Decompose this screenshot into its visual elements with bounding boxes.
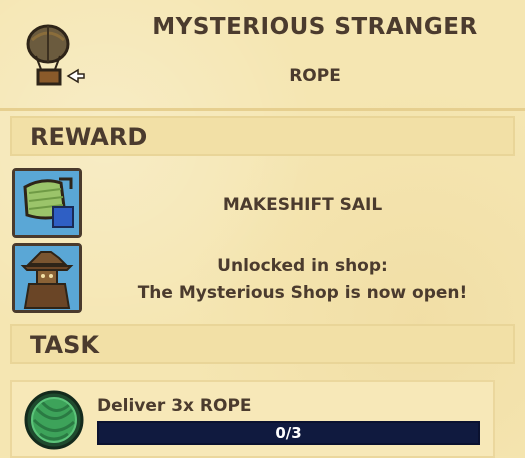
makeshift-sail-icon [15, 171, 79, 235]
quest-title: MYSTERIOUS STRANGER [152, 14, 478, 40]
reward-text-makeshift-sail: MAKESHIFT SAIL [222, 195, 383, 215]
reward-section-header: REWARD [10, 116, 515, 156]
reward-item-shop-unlock[interactable] [12, 243, 82, 313]
shop-unlocked-description: The Mysterious Shop is now open! [137, 283, 468, 303]
task-progress-text: 0/3 [275, 424, 302, 442]
hot-air-balloon-icon [26, 24, 85, 86]
quest-subtitle: ROPE [289, 66, 341, 86]
rope-coil-icon [24, 390, 84, 450]
stranger-portrait-icon [15, 246, 79, 310]
reward-item-makeshift-sail[interactable] [12, 168, 82, 238]
task-label: TASK [30, 331, 99, 359]
shop-unlocked-label: Unlocked in shop: [217, 256, 388, 276]
reward-label: REWARD [30, 123, 148, 151]
task-description: Deliver 3x ROPE [97, 396, 252, 416]
quest-panel: MYSTERIOUS STRANGER ROPE REWARD MAKESHIF… [0, 0, 525, 458]
quest-header: MYSTERIOUS STRANGER ROPE [0, 0, 525, 111]
task-section-header: TASK [10, 324, 515, 364]
task-progress-bar: 0/3 [97, 421, 480, 445]
